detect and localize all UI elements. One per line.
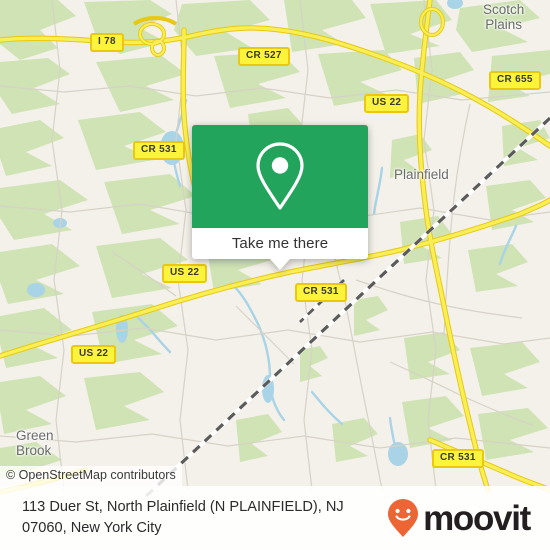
label-line-1: Plainfield xyxy=(394,167,449,182)
destination-callout-card[interactable]: Take me there xyxy=(192,125,368,270)
map-label-plainfield: Plainfield xyxy=(394,167,449,182)
road-shield-cr655: CR 655 xyxy=(489,71,541,90)
address-line-1: 113 Duer St, North Plainfield (N PLAINFI… xyxy=(22,499,344,515)
take-me-there-button[interactable]: Take me there xyxy=(192,228,368,270)
label-line-2: Brook xyxy=(16,443,52,458)
osm-attribution[interactable]: © OpenStreetMap contributors xyxy=(0,466,182,486)
label-line-2: Plains xyxy=(485,17,523,32)
road-shield-cr531-a: CR 531 xyxy=(133,141,185,160)
moovit-pin-smiley-icon xyxy=(388,499,419,537)
road-shield-us22-a: US 22 xyxy=(364,94,410,113)
callout-image-panel xyxy=(192,125,368,228)
map-label-scotch-plains: Scotch Plains xyxy=(483,2,524,32)
callout-tail xyxy=(270,259,290,270)
label-line-1: Green xyxy=(16,428,54,443)
road-shield-cr531-b: CR 531 xyxy=(295,283,347,302)
road-shield-us22-c: US 22 xyxy=(71,345,117,364)
map-pin-icon xyxy=(256,141,304,210)
road-shield-cr531-c: CR 531 xyxy=(432,449,484,468)
road-shield-us22-b: US 22 xyxy=(162,264,208,283)
map-label-green-brook: Green Brook xyxy=(16,428,54,458)
address-text: 113 Duer St, North Plainfield (N PLAINFI… xyxy=(22,497,387,539)
address-line-2: 07060, New York City xyxy=(22,520,162,536)
label-line-1: Scotch xyxy=(483,2,525,17)
footer-bar: 113 Duer St, North Plainfield (N PLAINFI… xyxy=(0,486,550,550)
take-me-there-label: Take me there xyxy=(231,235,329,252)
moovit-logo[interactable]: moovit xyxy=(387,498,536,538)
moovit-wordmark: moovit xyxy=(423,498,531,538)
road-shield-i78: I 78 xyxy=(90,33,124,52)
moovit-map-screen: Scotch Plains Plainfield Green Brook I 7… xyxy=(0,0,550,550)
road-shield-cr527: CR 527 xyxy=(238,47,290,66)
